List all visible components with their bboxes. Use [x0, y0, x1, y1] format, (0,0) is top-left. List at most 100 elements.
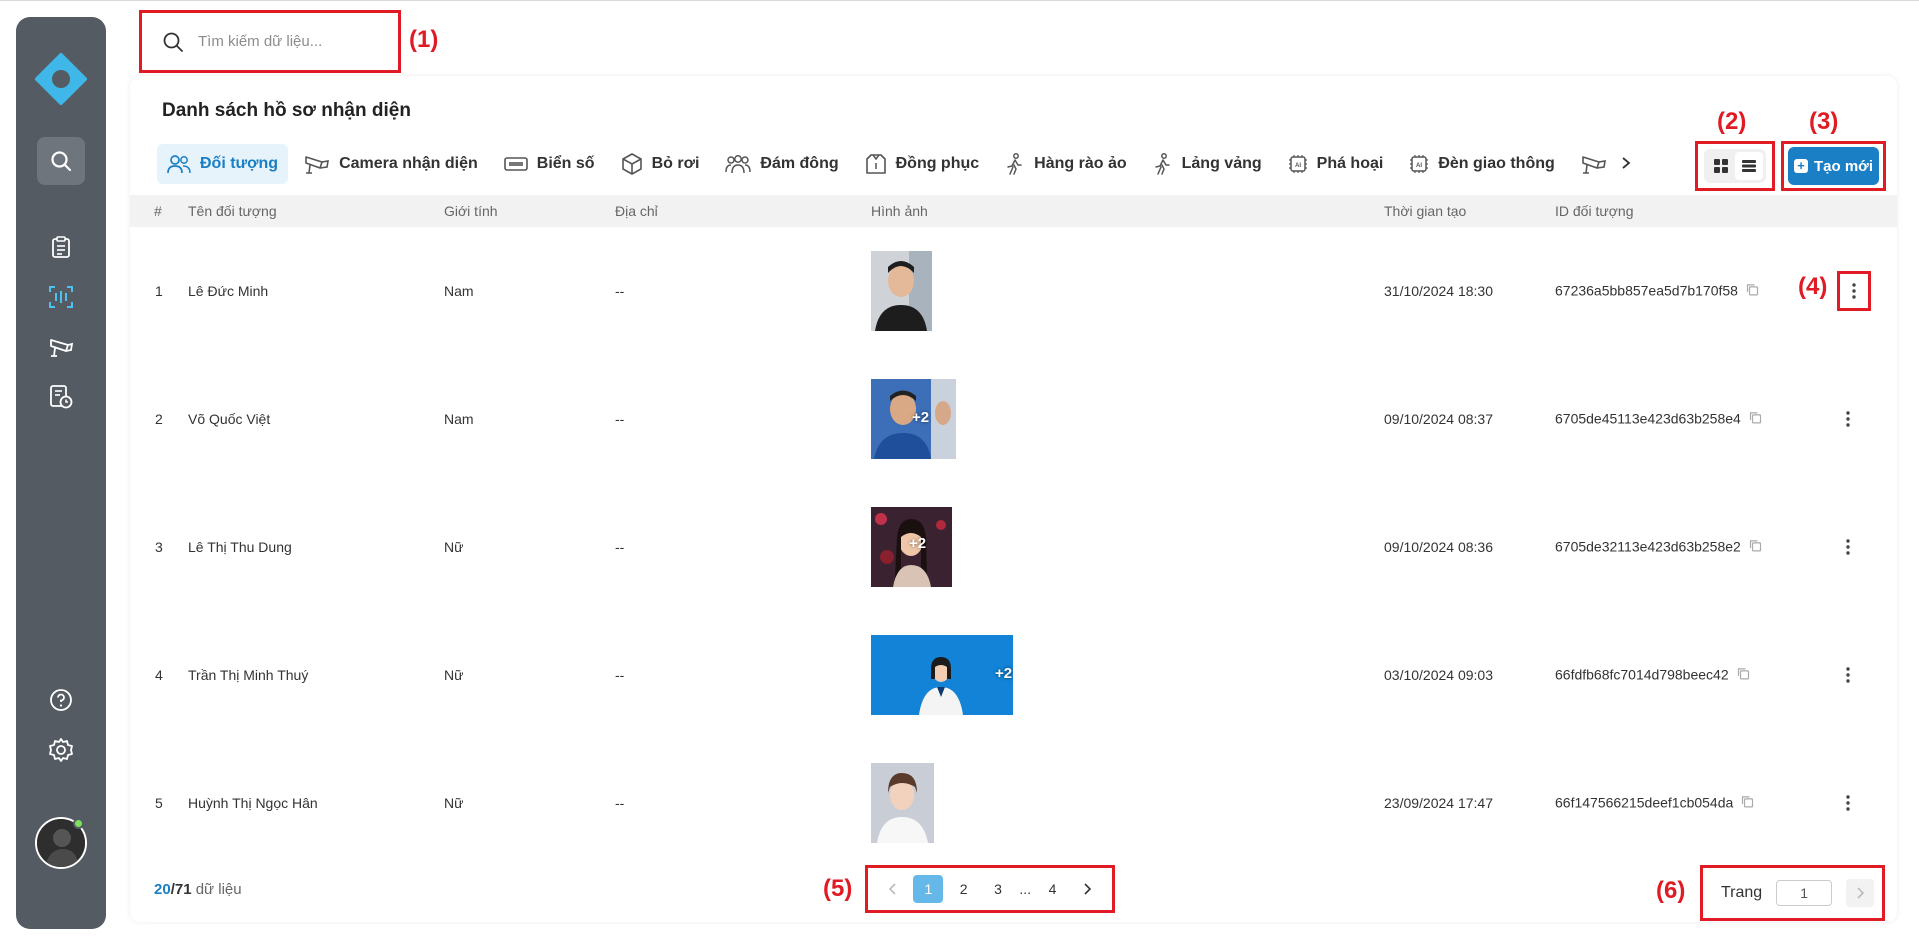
face-photo	[871, 763, 934, 843]
search-bar[interactable]	[139, 10, 401, 73]
tab-virtual-fence[interactable]: Hàng rào ảo	[995, 144, 1136, 184]
more-vertical-icon	[1846, 795, 1850, 811]
row-id: 66f147566215deef1cb054da	[1555, 794, 1754, 811]
document-clock-icon	[50, 385, 73, 409]
cctv-camera-icon	[50, 339, 74, 357]
tab-camera-partial[interactable]	[1571, 144, 1616, 184]
help-icon	[50, 689, 72, 711]
tab-loitering[interactable]: Lảng vảng	[1143, 144, 1272, 184]
tab-label: Đồng phục	[895, 155, 980, 172]
create-button-label: Tạo mới	[1813, 157, 1873, 175]
shown-count: 20	[154, 881, 171, 898]
row-id: 66fdfb68fc7014d798beec42	[1555, 666, 1750, 683]
row-photo[interactable]	[871, 763, 934, 843]
prev-page-button[interactable]	[879, 875, 907, 903]
row-created: 03/10/2024 09:03	[1384, 667, 1493, 683]
page-jump-input[interactable]	[1776, 880, 1833, 906]
row-created: 31/10/2024 18:30	[1384, 283, 1493, 299]
page-jump-go-button[interactable]	[1846, 879, 1875, 907]
tab-traffic-light[interactable]: AI Đèn giao thông	[1399, 144, 1564, 184]
tab-license-plate[interactable]: Biển số	[494, 144, 605, 184]
tab-label: Đối tượng	[200, 155, 279, 172]
extra-photos-count: +2	[909, 535, 927, 552]
row-actions-button[interactable]	[1836, 657, 1860, 693]
sidebar-item-history[interactable]	[45, 381, 77, 413]
top-border	[0, 0, 1919, 1]
row-photo[interactable]: +2	[871, 379, 956, 459]
row-gender: Nam	[444, 283, 474, 299]
table-row[interactable]: 4 Trần Thị Minh Thuý Nữ -- +2 03/10/2024…	[130, 611, 1897, 739]
app-logo-icon[interactable]	[35, 53, 87, 105]
grid-icon	[1714, 159, 1728, 173]
row-name: Lê Đức Minh	[188, 283, 269, 299]
extra-photos-count: +2	[995, 665, 1013, 682]
list-view-button[interactable]	[1735, 152, 1763, 180]
row-photo[interactable]: +2	[871, 507, 952, 587]
page-ellipsis: ...	[1019, 881, 1032, 897]
page-title: Danh sách hồ sơ nhận diện	[162, 100, 411, 121]
tab-uniform[interactable]: Đồng phục	[855, 144, 990, 184]
uniform-icon	[865, 154, 886, 174]
page-button-4[interactable]: 4	[1039, 875, 1067, 903]
create-new-button[interactable]: + Tạo mới	[1788, 147, 1879, 185]
people-icon	[167, 155, 191, 174]
sidebar-settings[interactable]	[45, 734, 77, 766]
row-name: Trần Thị Minh Thuý	[188, 667, 309, 683]
tab-label: Đám đông	[760, 155, 839, 172]
table-row[interactable]: 2 Võ Quốc Việt Nam -- +2 09/10/2024 08:3…	[130, 355, 1897, 483]
table-row[interactable]: 3 Lê Thị Thu Dung Nữ -- +2 09/10/2024 08…	[130, 483, 1897, 611]
category-tabs: Đối tượng Camera nhận diện Biển số Bỏ rơ…	[157, 143, 1632, 185]
face-photo-group: +2	[871, 379, 956, 459]
chevron-right-icon	[1857, 887, 1865, 899]
total-count: /71	[170, 881, 192, 898]
page-button-2[interactable]: 2	[950, 875, 978, 903]
sidebar-help[interactable]	[45, 684, 77, 716]
row-actions-button[interactable]	[1836, 401, 1860, 437]
tab-vandalism[interactable]: AI Phá hoại	[1278, 144, 1394, 184]
row-photo[interactable]	[871, 251, 932, 331]
copy-icon[interactable]	[1737, 668, 1750, 684]
copy-icon[interactable]	[1749, 412, 1762, 428]
tab-abandoned[interactable]: Bỏ rơi	[611, 144, 710, 184]
col-image: Hình ảnh	[871, 203, 928, 219]
profile-list-card: Danh sách hồ sơ nhận diện Đối tượng Came…	[130, 76, 1897, 922]
page-button-3[interactable]: 3	[984, 875, 1012, 903]
row-index: 4	[155, 667, 163, 683]
row-photo[interactable]: +2	[871, 635, 1013, 715]
copy-icon[interactable]	[1749, 540, 1762, 556]
row-actions-button[interactable]	[1836, 529, 1860, 565]
search-input[interactable]	[198, 33, 378, 50]
row-actions-button[interactable]	[1836, 785, 1860, 821]
sidebar-search-button[interactable]	[37, 137, 85, 185]
row-id: 6705de32113e423d63b258e2	[1555, 538, 1762, 555]
row-name: Lê Thị Thu Dung	[188, 539, 292, 555]
tabs-scroll-right[interactable]	[1620, 154, 1632, 175]
page-button-1[interactable]: 1	[913, 875, 944, 903]
tab-camera-recognition[interactable]: Camera nhận diện	[294, 144, 488, 184]
tab-label: Camera nhận diện	[339, 155, 478, 172]
tab-objects[interactable]: Đối tượng	[157, 144, 289, 184]
table-row[interactable]: 1 Lê Đức Minh Nam -- 31/10/2024 18:30 67…	[130, 227, 1897, 355]
next-page-button[interactable]	[1073, 875, 1101, 903]
row-actions-button[interactable]	[1837, 271, 1871, 311]
copy-icon[interactable]	[1746, 284, 1759, 300]
page-jump: Trang	[1700, 865, 1885, 921]
row-id-text: 66f147566215deef1cb054da	[1555, 794, 1734, 811]
sidebar-item-cameras[interactable]	[45, 331, 77, 363]
box-icon	[621, 153, 642, 175]
annotation-2: (2)	[1717, 108, 1747, 135]
list-icon	[1742, 160, 1756, 172]
sidebar-item-recognition[interactable]	[45, 281, 77, 313]
col-gender: Giới tính	[444, 203, 498, 219]
online-status-dot	[73, 818, 84, 829]
row-gender: Nữ	[444, 667, 464, 683]
annotation-3: (3)	[1809, 108, 1839, 135]
table-row[interactable]: 5 Huỳnh Thị Ngọc Hân Nữ -- 23/09/2024 17…	[130, 739, 1897, 867]
crowd-icon	[725, 155, 752, 174]
sidebar-item-reports[interactable]	[45, 231, 77, 263]
search-icon	[163, 32, 183, 52]
copy-icon[interactable]	[1741, 796, 1754, 812]
row-gender: Nữ	[444, 539, 464, 555]
grid-view-button[interactable]	[1707, 152, 1735, 180]
tab-crowd[interactable]: Đám đông	[715, 144, 848, 184]
